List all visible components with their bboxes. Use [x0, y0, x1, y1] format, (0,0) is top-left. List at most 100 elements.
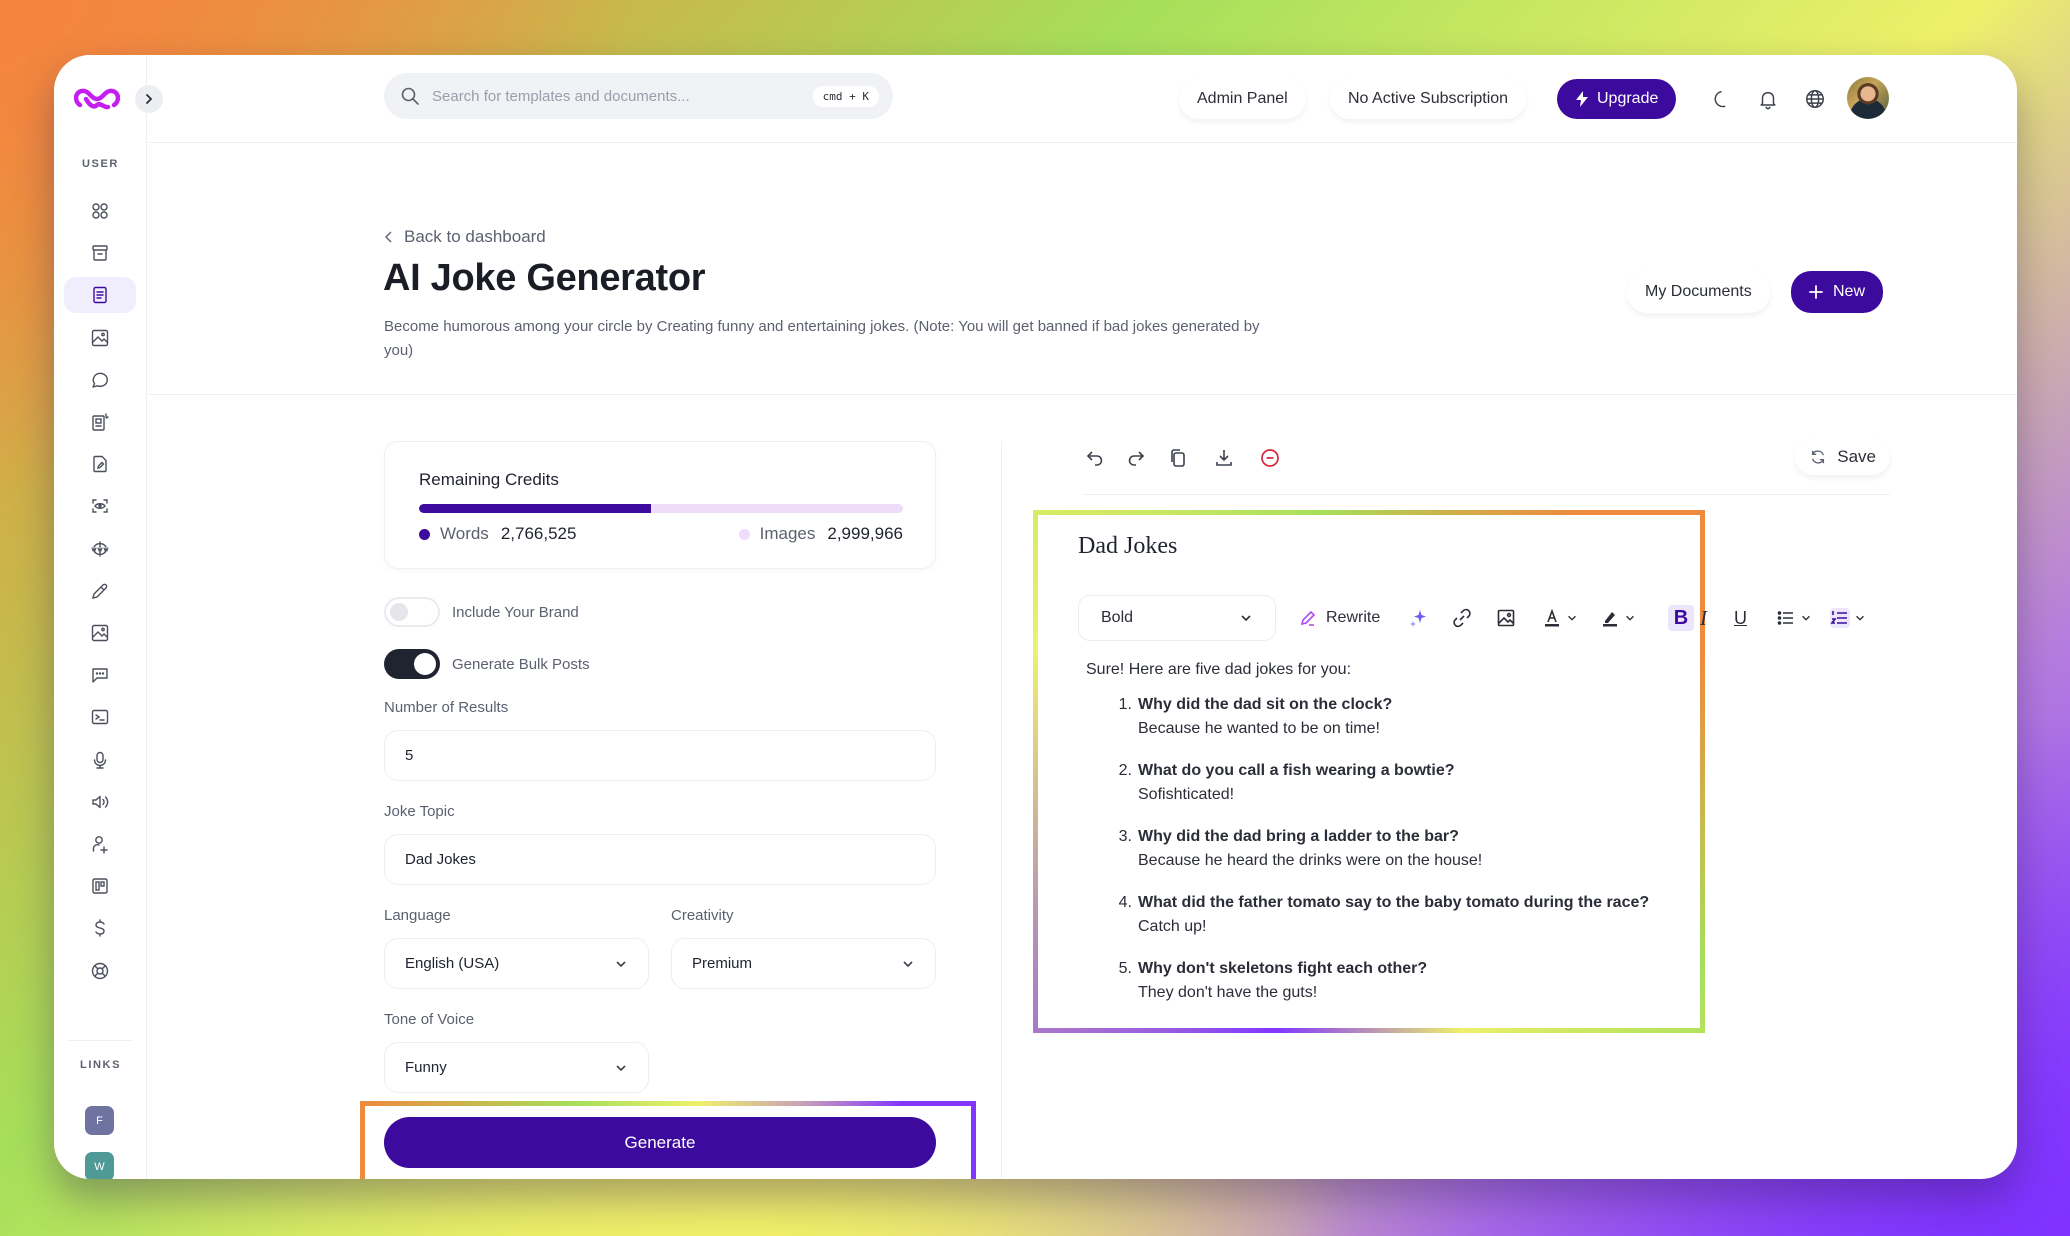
- redo-icon: [1128, 451, 1145, 466]
- sidebar-item-ai-image-2[interactable]: [64, 615, 136, 651]
- delete-button[interactable]: [1257, 445, 1283, 471]
- results-input[interactable]: [405, 747, 915, 764]
- joke-item: 1. Why did the dad sit on the clock? Becau…: [1114, 693, 1706, 741]
- panel-divider: [1001, 441, 1002, 1179]
- bold-button[interactable]: B: [1668, 605, 1694, 631]
- admin-panel-button[interactable]: Admin Panel: [1179, 79, 1306, 119]
- sidebar-item-brand-voice[interactable]: [64, 868, 136, 904]
- subscription-button[interactable]: No Active Subscription: [1330, 79, 1527, 119]
- sidebar-item-affiliates[interactable]: [64, 826, 136, 862]
- results-field[interactable]: [384, 730, 936, 781]
- ai-sparkle-button[interactable]: [1408, 605, 1428, 631]
- new-document-button[interactable]: New: [1791, 271, 1884, 313]
- dark-mode-toggle[interactable]: [1707, 85, 1735, 113]
- copy-button[interactable]: [1165, 445, 1191, 471]
- my-documents-button[interactable]: My Documents: [1627, 271, 1770, 313]
- creativity-label: Creativity: [671, 907, 734, 924]
- download-button[interactable]: [1211, 445, 1237, 471]
- chevron-down-icon: [903, 960, 913, 967]
- sidebar-item-ai-code[interactable]: [64, 699, 136, 735]
- joke-item: 4. What did the father tomato say to the …: [1114, 891, 1706, 939]
- sidebar-item-ai-image[interactable]: [64, 320, 136, 356]
- images-label: Images: [759, 524, 816, 543]
- topic-field[interactable]: [384, 834, 936, 885]
- numbered-list-button[interactable]: [1830, 605, 1866, 631]
- joke-answer: Because he wanted to be on time!: [1138, 720, 1380, 737]
- joke-answer: Catch up!: [1138, 918, 1207, 935]
- sidebar-item-ai-article[interactable]: [64, 404, 136, 440]
- credits-title: Remaining Credits: [419, 470, 559, 489]
- back-to-dashboard-link[interactable]: Back to dashboard: [384, 227, 546, 247]
- sidebar-link-w[interactable]: W: [85, 1152, 114, 1179]
- document-title[interactable]: Dad Jokes: [1078, 533, 1177, 560]
- bulk-posts-label: Generate Bulk Posts: [452, 655, 590, 673]
- sidebar-item-ai-chat-2[interactable]: [64, 657, 136, 693]
- bullet-list-button[interactable]: [1776, 605, 1812, 631]
- kanban-icon: [92, 878, 108, 894]
- joke-number: 1.: [1118, 696, 1132, 713]
- sidebar-item-ai-web[interactable]: [64, 531, 136, 567]
- bullet-list-icon: [1777, 611, 1793, 625]
- sidebar-item-dashboard[interactable]: [64, 193, 136, 229]
- include-brand-toggle[interactable]: [384, 597, 440, 627]
- article-sparkle-icon: [92, 413, 109, 431]
- generate-button[interactable]: Generate: [384, 1117, 936, 1168]
- undo-button[interactable]: [1082, 445, 1108, 471]
- words-label: Words: [440, 524, 489, 543]
- sidebar-item-plans[interactable]: [64, 910, 136, 946]
- italic-button[interactable]: I: [1700, 605, 1707, 631]
- page-header: Back to dashboard AI Joke Generator Beco…: [147, 143, 2017, 395]
- chevron-down-icon: [1802, 615, 1810, 621]
- text-color-button[interactable]: [1542, 605, 1578, 631]
- numbered-list-icon: [1830, 611, 1847, 624]
- rewrite-button[interactable]: Rewrite: [1298, 605, 1380, 631]
- document-intro: Sure! Here are five dad jokes for you:: [1086, 661, 1352, 678]
- images-dot: [738, 528, 750, 540]
- joke-question: Why don't skeletons fight each other?: [1138, 960, 1428, 977]
- app-logo-icon[interactable]: [72, 83, 122, 115]
- search-bar[interactable]: cmd + K: [384, 73, 893, 119]
- chevron-down-icon: [1241, 615, 1251, 622]
- document-body[interactable]: Sure! Here are five dad jokes for you: 1…: [1086, 661, 1706, 1023]
- user-avatar[interactable]: [1847, 77, 1889, 119]
- sidebar-expand-button[interactable]: [135, 85, 163, 113]
- sidebar-item-ai-vision[interactable]: [64, 488, 136, 524]
- language-button[interactable]: [1801, 85, 1829, 113]
- sidebar-item-ai-writer[interactable]: [64, 277, 136, 314]
- plus-icon: [1809, 285, 1823, 299]
- image-icon: [1497, 609, 1515, 627]
- sidebar-item-ai-speech-to-text[interactable]: [64, 742, 136, 778]
- upgrade-label: Upgrade: [1597, 90, 1659, 107]
- sidebar-item-documents-archive[interactable]: [64, 235, 136, 271]
- language-select[interactable]: English (USA): [384, 938, 649, 989]
- link-button[interactable]: [1452, 605, 1472, 631]
- underline-button[interactable]: U: [1734, 605, 1747, 631]
- search-input[interactable]: [432, 87, 813, 105]
- link-icon: [1453, 608, 1471, 628]
- topic-input[interactable]: [405, 851, 915, 868]
- sidebar-item-ai-rewriter[interactable]: [64, 446, 136, 482]
- terminal-icon: [91, 710, 109, 725]
- sidebar-link-f[interactable]: F: [85, 1106, 114, 1135]
- language-value: English (USA): [405, 955, 500, 972]
- words-value: 2,766,525: [500, 524, 577, 543]
- sidebar-item-support[interactable]: [64, 953, 136, 989]
- creativity-select[interactable]: Premium: [671, 938, 936, 989]
- sidebar-item-ai-voiceover[interactable]: [64, 784, 136, 820]
- refresh-icon: [1812, 450, 1825, 464]
- sparkles-icon: [1410, 610, 1426, 627]
- upgrade-button[interactable]: Upgrade: [1557, 79, 1677, 119]
- language-label: Language: [384, 907, 451, 924]
- image-button[interactable]: [1496, 605, 1516, 631]
- scan-eye-icon: [92, 499, 108, 514]
- sidebar-item-ai-editor[interactable]: [64, 573, 136, 609]
- save-button[interactable]: Save: [1795, 439, 1890, 475]
- text-style-select[interactable]: Bold: [1078, 595, 1276, 641]
- bulk-posts-toggle[interactable]: [384, 649, 440, 679]
- sidebar-item-ai-chat[interactable]: [64, 362, 136, 398]
- chat-dots-icon: [92, 668, 108, 683]
- notifications-button[interactable]: [1754, 85, 1782, 113]
- redo-button[interactable]: [1123, 445, 1149, 471]
- highlight-button[interactable]: [1600, 605, 1636, 631]
- tone-select[interactable]: Funny: [384, 1042, 649, 1093]
